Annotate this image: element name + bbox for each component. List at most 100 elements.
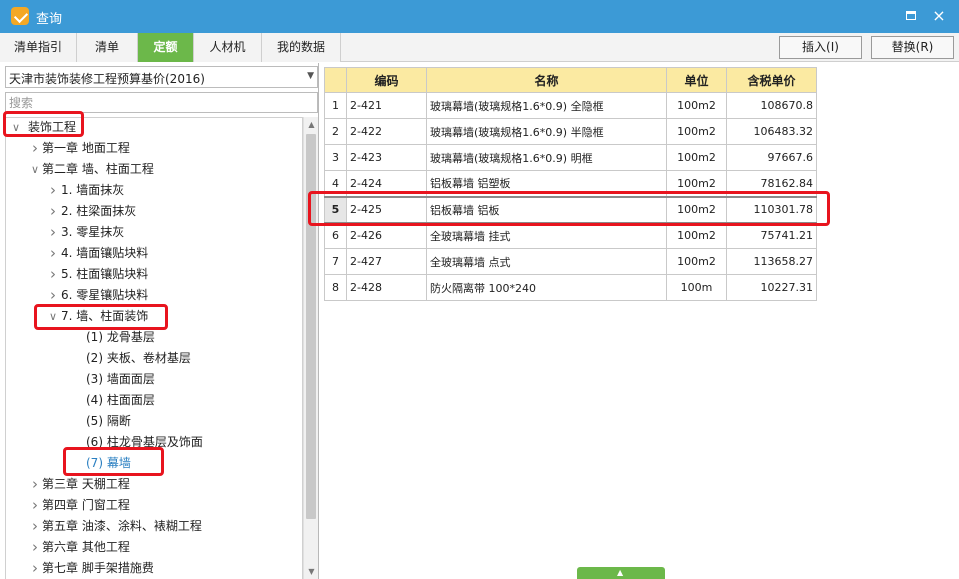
left-pane: 天津市装饰装修工程预算基价(2016) ▼ ∨装饰工程›第一章 地面工程∨第二章… [0, 63, 319, 579]
chevron-right-icon[interactable]: › [47, 264, 59, 285]
scroll-up-icon[interactable]: ▲ [304, 117, 319, 132]
tree-item[interactable]: › 第三章 天棚工程 [6, 474, 302, 495]
maximize-icon[interactable] [902, 7, 920, 25]
tree-item-label: 4. 墙面镶贴块料 [61, 246, 149, 260]
scroll-down-icon[interactable]: ▼ [304, 564, 319, 579]
tree-item-label: (7) 幕墙 [86, 456, 131, 470]
tab-labor-material-machine[interactable]: 人材机 [194, 33, 262, 62]
tree-item[interactable]: › 第七章 脚手架措施费 [6, 558, 302, 579]
column-header-name[interactable]: 名称 [426, 67, 667, 93]
tree-item[interactable]: (5) 隔断 [6, 411, 302, 432]
chevron-down-icon[interactable]: ∨ [47, 306, 59, 327]
tree-item[interactable]: › 6. 零星镶贴块料 [6, 285, 302, 306]
tree-item[interactable]: (4) 柱面面层 [6, 390, 302, 411]
tab-bill-guide[interactable]: 清单指引 [0, 33, 77, 62]
unit-cell: 100m2 [666, 222, 727, 249]
replace-button[interactable]: 替换(R) [871, 36, 954, 59]
tree-item[interactable]: (6) 柱龙骨基层及饰面 [6, 432, 302, 453]
table-row[interactable]: 4 2-424 铝板幕墙 铝塑板 100m2 78162.84 [324, 170, 817, 197]
tree-item[interactable]: › 第一章 地面工程 [6, 138, 302, 159]
tree-item[interactable]: › 第五章 油漆、涂料、裱糊工程 [6, 516, 302, 537]
scrollbar-thumb[interactable] [306, 134, 316, 519]
chevron-right-icon[interactable]: › [29, 138, 41, 159]
price-cell: 75741.21 [726, 222, 817, 249]
table-row[interactable]: 5 2-425 铝板幕墙 铝板 100m2 110301.78 [324, 195, 817, 224]
tree-scrollbar[interactable]: ▲ ▼ [303, 117, 318, 579]
tree-item-label: 第二章 墙、柱面工程 [42, 162, 154, 176]
chevron-right-icon[interactable]: › [29, 558, 41, 579]
tree-item-label: 第三章 天棚工程 [42, 477, 130, 491]
tree-item-label: 第六章 其他工程 [42, 540, 130, 554]
tab-bill[interactable]: 清单 [77, 33, 138, 62]
code-cell: 2-428 [346, 274, 427, 301]
column-header-unit[interactable]: 单位 [666, 67, 727, 93]
table-body: 1 2-421 玻璃幕墙(玻璃规格1.6*0.9) 全隐框 100m2 108670.8… [324, 92, 817, 301]
tree-item-label: (1) 龙骨基层 [86, 330, 155, 344]
table-row[interactable]: 6 2-426 全玻璃幕墙 挂式 100m2 75741.21 [324, 222, 817, 249]
chevron-right-icon[interactable]: › [29, 516, 41, 537]
chevron-right-icon[interactable]: › [29, 495, 41, 516]
row-number-cell: 4 [324, 170, 347, 197]
library-select[interactable]: 天津市装饰装修工程预算基价(2016) ▼ [5, 66, 318, 88]
tree-item[interactable]: › 3. 零星抹灰 [6, 222, 302, 243]
tree-item[interactable]: ∨ 装饰工程 [6, 118, 302, 138]
chevron-right-icon[interactable]: › [47, 222, 59, 243]
chevron-right-icon[interactable]: › [47, 180, 59, 201]
chevron-right-icon[interactable]: › [29, 537, 41, 558]
chevron-right-icon[interactable]: › [47, 285, 59, 306]
chevron-down-icon[interactable]: ∨ [29, 159, 41, 180]
bottom-panel-toggle[interactable]: ▲ [577, 567, 665, 579]
name-cell: 玻璃幕墙(玻璃规格1.6*0.9) 全隐框 [426, 92, 667, 119]
tree-item[interactable]: › 1. 墙面抹灰 [6, 180, 302, 201]
row-number-cell: 7 [324, 248, 347, 275]
column-header-price[interactable]: 含税单价 [726, 67, 817, 93]
tree-item-label: (4) 柱面面层 [86, 393, 155, 407]
tree-item[interactable]: ∨ 第二章 墙、柱面工程 [6, 159, 302, 180]
tree-item[interactable]: › 第六章 其他工程 [6, 537, 302, 558]
unit-cell: 100m2 [666, 144, 727, 171]
name-cell: 玻璃幕墙(玻璃规格1.6*0.9) 明框 [426, 144, 667, 171]
tree-item[interactable]: (2) 夹板、卷材基层 [6, 348, 302, 369]
tree-item[interactable]: ∨ 7. 墙、柱面装饰 [6, 306, 302, 327]
tree-item-label: (6) 柱龙骨基层及饰面 [86, 435, 203, 449]
chevron-down-icon: ▼ [307, 71, 314, 81]
search-input[interactable] [5, 92, 318, 113]
chevron-right-icon[interactable]: › [29, 474, 41, 495]
tab-quota[interactable]: 定额 [138, 33, 194, 62]
name-cell: 玻璃幕墙(玻璃规格1.6*0.9) 半隐框 [426, 118, 667, 145]
close-icon[interactable]: × [930, 7, 948, 25]
column-header-code[interactable]: 编码 [346, 67, 427, 93]
table-row[interactable]: 1 2-421 玻璃幕墙(玻璃规格1.6*0.9) 全隐框 100m2 108670.8 [324, 92, 817, 119]
insert-button[interactable]: 插入(I) [779, 36, 862, 59]
tree-item[interactable]: (7) 幕墙 [6, 453, 302, 474]
tree-item[interactable]: › 2. 柱梁面抹灰 [6, 201, 302, 222]
right-pane: 编码 名称 单位 含税单价 1 2-421 玻璃幕墙(玻璃规格1.6*0.9) 全隐… [308, 63, 959, 579]
tree-item-label: (5) 隔断 [86, 414, 131, 428]
tree-item[interactable]: › 第四章 门窗工程 [6, 495, 302, 516]
tree-item-label: 第一章 地面工程 [42, 141, 130, 155]
table-row[interactable]: 2 2-422 玻璃幕墙(玻璃规格1.6*0.9) 半隐框 100m2 106483.3… [324, 118, 817, 145]
tree-item-label: 2. 柱梁面抹灰 [61, 204, 137, 218]
tree-item[interactable]: (3) 墙面面层 [6, 369, 302, 390]
row-number-cell: 5 [324, 195, 347, 224]
tree-item[interactable]: › 4. 墙面镶贴块料 [6, 243, 302, 264]
chevron-right-icon[interactable]: › [47, 243, 59, 264]
tree-item[interactable]: › 5. 柱面镶贴块料 [6, 264, 302, 285]
chevron-right-icon[interactable]: › [47, 201, 59, 222]
quota-table: 编码 名称 单位 含税单价 1 2-421 玻璃幕墙(玻璃规格1.6*0.9) 全隐… [324, 67, 817, 301]
tree-item[interactable]: (1) 龙骨基层 [6, 327, 302, 348]
price-cell: 108670.8 [726, 92, 817, 119]
tree-item-label: 第四章 门窗工程 [42, 498, 130, 512]
name-cell: 铝板幕墙 铝塑板 [426, 170, 667, 197]
code-cell: 2-426 [346, 222, 427, 249]
table-row[interactable]: 7 2-427 全玻璃幕墙 点式 100m2 113658.27 [324, 248, 817, 275]
chevron-up-icon: ▲ [617, 568, 624, 577]
table-row[interactable]: 3 2-423 玻璃幕墙(玻璃规格1.6*0.9) 明框 100m2 97667.6 [324, 144, 817, 171]
code-cell: 2-423 [346, 144, 427, 171]
name-cell: 全玻璃幕墙 挂式 [426, 222, 667, 249]
chevron-down-icon[interactable]: ∨ [10, 118, 22, 138]
app-logo-icon [11, 7, 29, 25]
row-number-cell: 8 [324, 274, 347, 301]
table-row[interactable]: 8 2-428 防火隔离带 100*240 100m 10227.31 [324, 274, 817, 301]
tab-my-data[interactable]: 我的数据 [262, 33, 341, 62]
